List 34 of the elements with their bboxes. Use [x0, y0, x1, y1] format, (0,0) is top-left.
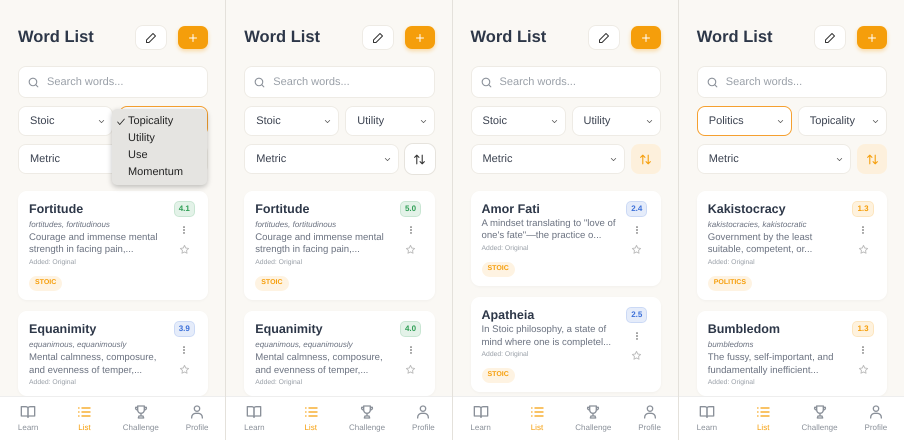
word-definition: Mental calmness, composure, and evenness of temper,...: [29, 352, 158, 378]
word-forms: equanimous, equanimously: [29, 339, 128, 352]
score-badge: 5.0: [400, 202, 420, 216]
word-definition: The fussy, self-important, and fundamentally inefficient...: [708, 352, 834, 378]
word-title: Apatheia: [482, 308, 536, 324]
score-badge: 3.9: [174, 322, 194, 336]
word-definition: A mindset translating to "love of one's fate"—the practice o...: [482, 218, 617, 243]
score-badge: 4.1: [174, 202, 194, 216]
page-title: Word List: [244, 28, 320, 48]
word-title: Equanimity: [29, 322, 98, 338]
page-title: Word List: [18, 28, 94, 48]
word-title: Fortitude: [29, 202, 84, 217]
word-definition: Government by the least suitable, competent, or...: [708, 232, 814, 257]
score-badge: 2.5: [627, 308, 646, 322]
word-definition: Mental calmness, composure, and evenness of temper,...: [255, 352, 384, 378]
word-forms: kakistocracies, kakistocratic: [708, 219, 808, 231]
word-title: Fortitude: [255, 202, 310, 217]
word-title: Kakistocracy: [708, 202, 787, 217]
word-forms: equanimous, equanimously: [255, 339, 354, 352]
word-title: Bumbledom: [708, 322, 781, 338]
word-title: Equanimity: [255, 322, 324, 338]
word-forms: fortitudes, fortitudinous: [29, 219, 111, 231]
page-title: Word List: [470, 28, 546, 48]
score-badge: 1.3: [853, 202, 873, 216]
word-definition: Courage and immense mental strength in facing pain,...: [255, 232, 385, 257]
score-badge: 4.0: [400, 322, 420, 336]
word-definition: In Stoic philosophy, a state of mind where one is completel...: [482, 324, 612, 350]
word-forms: bumbledoms: [708, 339, 755, 352]
page-title: Word List: [696, 28, 773, 48]
score-badge: 2.4: [627, 202, 646, 216]
word-definition: Courage and immense mental strength in facing pain,...: [29, 232, 159, 257]
word-forms: fortitudes, fortitudinous: [255, 219, 338, 231]
score-badge: 1.3: [853, 322, 873, 336]
word-title: Amor Fati: [482, 202, 541, 217]
